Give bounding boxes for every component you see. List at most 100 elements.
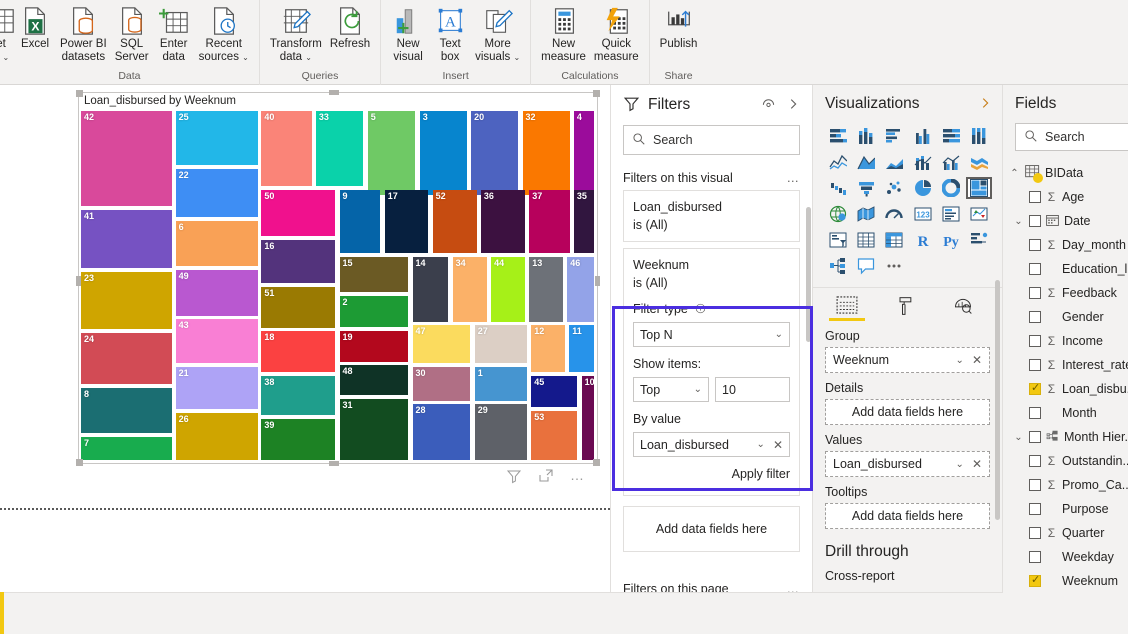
treemap-tile[interactable]: 43	[175, 319, 258, 364]
well-tooltips[interactable]: Add data fields here	[825, 503, 990, 529]
treemap-tile[interactable]: 21	[175, 367, 258, 410]
filters-search-input[interactable]: Search	[623, 125, 800, 155]
focus-mode-icon[interactable]	[538, 468, 554, 487]
treemap-tile[interactable]: 44	[491, 257, 525, 322]
field-item-weekday[interactable]: Weekday	[1003, 545, 1128, 569]
resize-handle-top-left[interactable]	[76, 90, 83, 97]
area-chart-icon[interactable]	[853, 151, 879, 173]
resize-handle-bottom-left[interactable]	[76, 459, 83, 466]
field-item-promo-ca[interactable]: Σ Promo_Ca...	[1003, 473, 1128, 497]
field-checkbox[interactable]	[1029, 407, 1041, 419]
fields-search-input[interactable]: Search	[1015, 123, 1128, 151]
treemap-tile[interactable]: 3	[419, 111, 467, 195]
fields-table-bidata[interactable]: ⌃ BIData	[1003, 161, 1128, 185]
line-clustered-column-chart-icon[interactable]	[938, 151, 964, 173]
treemap-tile[interactable]: 8	[81, 388, 172, 433]
ribbon-button-new-visual[interactable]: New visual	[387, 2, 429, 66]
filter-type-dropdown[interactable]: Top N ⌄	[633, 322, 790, 347]
ribbon-button-sql-server[interactable]: SQL Server	[111, 2, 153, 66]
field-checkbox[interactable]	[1029, 479, 1041, 491]
field-checkbox[interactable]	[1029, 287, 1041, 299]
field-checkbox[interactable]	[1029, 263, 1041, 275]
treemap-tile[interactable]: 52	[432, 189, 477, 254]
field-checkbox[interactable]	[1029, 381, 1041, 395]
treemap-tile[interactable]: 37	[529, 189, 570, 254]
field-checkbox[interactable]	[1029, 455, 1041, 467]
filter-card-loan-disbursed[interactable]: Loan_disbursed is (All)	[623, 190, 800, 242]
ribbon-button-excel[interactable]: X Excel	[14, 2, 56, 53]
apply-filter-button[interactable]: Apply filter	[633, 465, 790, 483]
more-options-icon[interactable]: …	[570, 468, 586, 487]
treemap-tile[interactable]: 28	[412, 404, 471, 461]
decomposition-tree-icon[interactable]	[825, 255, 851, 277]
field-checkbox[interactable]	[1029, 359, 1041, 371]
line-stacked-column-chart-icon[interactable]	[909, 151, 935, 173]
field-item-weeknum[interactable]: Weeknum	[1003, 569, 1128, 593]
filled-map-icon[interactable]	[853, 203, 879, 225]
chevron-down-icon[interactable]: ⌄	[956, 355, 964, 366]
hidden-filter-icon[interactable]	[761, 96, 776, 114]
field-checkbox[interactable]	[1029, 551, 1041, 563]
treemap-tile[interactable]: 36	[480, 189, 525, 254]
treemap-tile[interactable]: 6	[175, 220, 258, 267]
matrix-icon[interactable]	[881, 229, 907, 251]
key-influencers-icon[interactable]	[966, 229, 992, 251]
funnel-chart-icon[interactable]	[853, 177, 879, 199]
well-group[interactable]: Weeknum ⌄ ✕	[825, 347, 990, 373]
visual-type-gallery[interactable]: 123 R Py	[813, 119, 1002, 283]
field-checkbox[interactable]	[1029, 573, 1041, 587]
smart-narrative-icon[interactable]	[853, 255, 879, 277]
treemap-tile[interactable]: 34	[452, 257, 487, 322]
donut-chart-icon[interactable]	[938, 177, 964, 199]
line-chart-icon[interactable]	[825, 151, 851, 173]
ribbon-button-quick-measure[interactable]: Quick measure	[590, 2, 643, 66]
ribbon-chart-icon[interactable]	[966, 151, 992, 173]
field-item-loan-disbu[interactable]: Σ Loan_disbu...	[1003, 377, 1128, 401]
map-icon[interactable]	[825, 203, 851, 225]
stacked-area-chart-icon[interactable]	[881, 151, 907, 173]
treemap-tile[interactable]: 9	[339, 189, 381, 254]
treemap-tile[interactable]: 19	[339, 331, 409, 362]
treemap-tile[interactable]: 13	[529, 257, 563, 322]
100-stacked-bar-chart-icon[interactable]	[938, 125, 964, 147]
report-canvas[interactable]: Loan_disbursed by Weeknum 42 41 23 24 8 7 25 22…	[0, 85, 610, 592]
stacked-bar-chart-icon[interactable]	[825, 125, 851, 147]
gauge-icon[interactable]	[881, 203, 907, 225]
field-item-day-month[interactable]: Σ Day_month	[1003, 233, 1128, 257]
treemap-tile[interactable]: 40	[261, 111, 312, 186]
field-item-month[interactable]: Month	[1003, 401, 1128, 425]
treemap-tile[interactable]: 22	[175, 169, 258, 217]
field-item-education-l[interactable]: Education_l...	[1003, 257, 1128, 281]
field-item-outstandin[interactable]: Σ Outstandin...	[1003, 449, 1128, 473]
treemap-icon[interactable]	[965, 177, 992, 199]
pie-chart-icon[interactable]	[909, 177, 935, 199]
treemap-tile[interactable]: 17	[384, 189, 429, 254]
fields-tab[interactable]	[829, 296, 865, 323]
collapse-chevron-icon[interactable]	[978, 96, 992, 113]
resize-handle-bottom[interactable]	[329, 461, 339, 466]
treemap-tile[interactable]: 10	[581, 376, 594, 461]
treemap-tile[interactable]: 12	[531, 325, 565, 373]
100-stacked-column-chart-icon[interactable]	[966, 125, 992, 147]
treemap-tile[interactable]: 15	[339, 257, 409, 292]
treemap-tile[interactable]: 4	[573, 111, 594, 195]
treemap-visual[interactable]: Loan_disbursed by Weeknum 42 41 23 24 8 7 25 22…	[76, 90, 600, 466]
treemap-tile[interactable]: 16	[261, 240, 336, 284]
slicer-icon[interactable]	[825, 229, 851, 251]
field-item-date[interactable]: ⌄ Date	[1003, 209, 1128, 233]
treemap-tile[interactable]: 7	[81, 436, 172, 461]
multi-row-card-icon[interactable]	[938, 203, 964, 225]
ribbon-button-text-box[interactable]: A Text box	[429, 2, 471, 66]
treemap-tile[interactable]: 14	[412, 257, 449, 322]
treemap-tile[interactable]: 35	[573, 189, 594, 254]
scatter-chart-icon[interactable]	[881, 177, 907, 199]
remove-field-icon[interactable]: ✕	[773, 436, 783, 454]
ribbon-button-more-visuals[interactable]: More visuals ⌄	[471, 2, 524, 66]
treemap-tile[interactable]: 51	[261, 287, 336, 328]
filters-scrollbar[interactable]	[806, 207, 811, 342]
ribbon-button-new-measure[interactable]: New measure	[537, 2, 590, 66]
ribbon-button-power-bi-datasets[interactable]: Power BI datasets	[56, 2, 111, 66]
treemap-tile[interactable]: 27	[474, 325, 527, 363]
remove-field-icon[interactable]: ✕	[972, 457, 982, 471]
resize-handle-top[interactable]	[329, 90, 339, 95]
